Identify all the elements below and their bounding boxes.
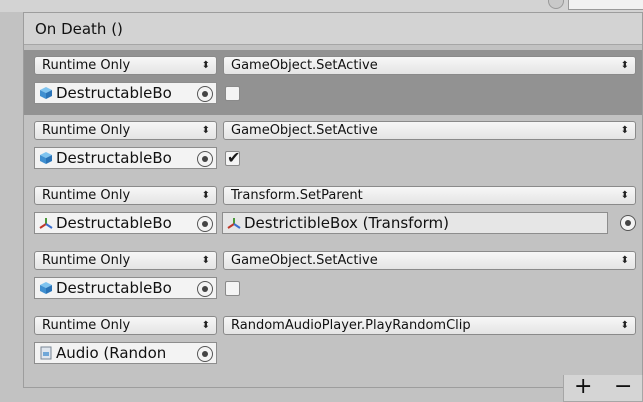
event-entry[interactable]: Runtime Only ⬍ GameObject.SetActive ⬍ De… bbox=[24, 115, 642, 180]
bool-param-checkbox[interactable] bbox=[225, 281, 240, 296]
dropdown-arrow-icon: ⬍ bbox=[620, 60, 629, 71]
unity-event-panel: On Death () Runtime Only ⬍ GameObject.Se… bbox=[23, 12, 643, 388]
function-dropdown[interactable]: GameObject.SetActive ⬍ bbox=[223, 251, 636, 270]
inspector-top-strip bbox=[0, 0, 643, 12]
function-dropdown[interactable]: RandomAudioPlayer.PlayRandomClip ⬍ bbox=[223, 316, 636, 335]
script-file-icon bbox=[40, 346, 52, 359]
param-picker-icon[interactable] bbox=[620, 215, 636, 231]
runtime-mode-dropdown[interactable]: Runtime Only ⬍ bbox=[34, 121, 217, 140]
top-field[interactable] bbox=[568, 0, 643, 10]
event-entry[interactable]: Runtime Only ⬍ Transform.SetParent ⬍ Des… bbox=[24, 180, 642, 245]
event-title: On Death () bbox=[35, 20, 123, 38]
runtime-mode-label: Runtime Only bbox=[42, 318, 131, 333]
target-object-field[interactable]: DestructableBo bbox=[34, 277, 197, 299]
function-dropdown[interactable]: Transform.SetParent ⬍ bbox=[223, 186, 636, 205]
runtime-mode-dropdown[interactable]: Runtime Only ⬍ bbox=[34, 251, 217, 270]
target-object-label: DestructableBo bbox=[56, 149, 172, 167]
transform-icon bbox=[39, 217, 53, 229]
target-object-label: DestructableBo bbox=[56, 84, 172, 102]
event-header: On Death () bbox=[24, 13, 642, 45]
runtime-mode-dropdown[interactable]: Runtime Only ⬍ bbox=[34, 56, 217, 75]
dropdown-arrow-icon: ⬍ bbox=[201, 190, 210, 201]
target-object-field[interactable]: Audio (Randon bbox=[34, 342, 197, 364]
object-picker-box[interactable] bbox=[195, 82, 217, 104]
object-picker-icon[interactable] bbox=[197, 346, 213, 362]
checkmark-icon: ✔ bbox=[227, 148, 241, 167]
bool-param-checkbox[interactable]: ✔ bbox=[225, 148, 241, 167]
target-object-label: Audio (Randon bbox=[56, 344, 167, 362]
object-picker-icon[interactable] bbox=[197, 151, 213, 167]
function-label: GameObject.SetActive bbox=[231, 123, 378, 138]
dropdown-arrow-icon: ⬍ bbox=[620, 190, 629, 201]
runtime-mode-label: Runtime Only bbox=[42, 253, 131, 268]
runtime-mode-label: Runtime Only bbox=[42, 188, 131, 203]
bool-param-checkbox[interactable] bbox=[225, 86, 240, 101]
event-entry[interactable]: Runtime Only ⬍ GameObject.SetActive ⬍ De… bbox=[24, 245, 642, 310]
remove-entry-button[interactable]: − bbox=[614, 376, 632, 398]
gameobject-cube-icon bbox=[40, 86, 52, 99]
target-object-field[interactable]: DestructableBo bbox=[34, 82, 197, 104]
object-picker-icon[interactable] bbox=[197, 281, 213, 297]
function-label: GameObject.SetActive bbox=[231, 253, 378, 268]
transform-param-label: DestrictibleBox (Transform) bbox=[244, 214, 449, 232]
event-list: Runtime Only ⬍ GameObject.SetActive ⬍ De… bbox=[24, 45, 642, 378]
event-entry[interactable]: Runtime Only ⬍ RandomAudioPlayer.PlayRan… bbox=[24, 310, 642, 375]
runtime-mode-label: Runtime Only bbox=[42, 58, 131, 73]
function-label: GameObject.SetActive bbox=[231, 58, 378, 73]
runtime-mode-dropdown[interactable]: Runtime Only ⬍ bbox=[34, 316, 217, 335]
object-picker-box[interactable] bbox=[195, 342, 217, 364]
target-object-field[interactable]: DestructableBo bbox=[34, 147, 197, 169]
dropdown-arrow-icon: ⬍ bbox=[201, 255, 210, 266]
add-entry-button[interactable]: + bbox=[574, 376, 592, 398]
function-label: RandomAudioPlayer.PlayRandomClip bbox=[231, 318, 471, 333]
dropdown-arrow-icon: ⬍ bbox=[620, 320, 629, 331]
function-dropdown[interactable]: GameObject.SetActive ⬍ bbox=[223, 121, 636, 140]
object-picker-icon[interactable] bbox=[197, 86, 213, 102]
gameobject-cube-icon bbox=[40, 151, 52, 164]
function-label: Transform.SetParent bbox=[231, 188, 363, 203]
target-object-label: DestructableBo bbox=[56, 214, 172, 232]
list-footer: + − bbox=[563, 375, 643, 402]
object-picker-box[interactable] bbox=[195, 147, 217, 169]
event-entry[interactable]: Runtime Only ⬍ GameObject.SetActive ⬍ De… bbox=[24, 50, 642, 115]
runtime-mode-dropdown[interactable]: Runtime Only ⬍ bbox=[34, 186, 217, 205]
transform-param-field[interactable]: DestrictibleBox (Transform) bbox=[222, 212, 608, 234]
transform-icon bbox=[227, 217, 241, 229]
dropdown-arrow-icon: ⬍ bbox=[201, 320, 210, 331]
object-picker-box[interactable] bbox=[195, 212, 217, 234]
target-object-label: DestructableBo bbox=[56, 279, 172, 297]
gameobject-cube-icon bbox=[40, 281, 52, 294]
function-dropdown[interactable]: GameObject.SetActive ⬍ bbox=[223, 56, 636, 75]
object-picker-icon[interactable] bbox=[197, 216, 213, 232]
dropdown-arrow-icon: ⬍ bbox=[620, 125, 629, 136]
dropdown-arrow-icon: ⬍ bbox=[201, 125, 210, 136]
dropdown-arrow-icon: ⬍ bbox=[620, 255, 629, 266]
dropdown-arrow-icon: ⬍ bbox=[201, 60, 210, 71]
target-object-field[interactable]: DestructableBo bbox=[34, 212, 197, 234]
object-picker-box[interactable] bbox=[195, 277, 217, 299]
runtime-mode-label: Runtime Only bbox=[42, 123, 131, 138]
